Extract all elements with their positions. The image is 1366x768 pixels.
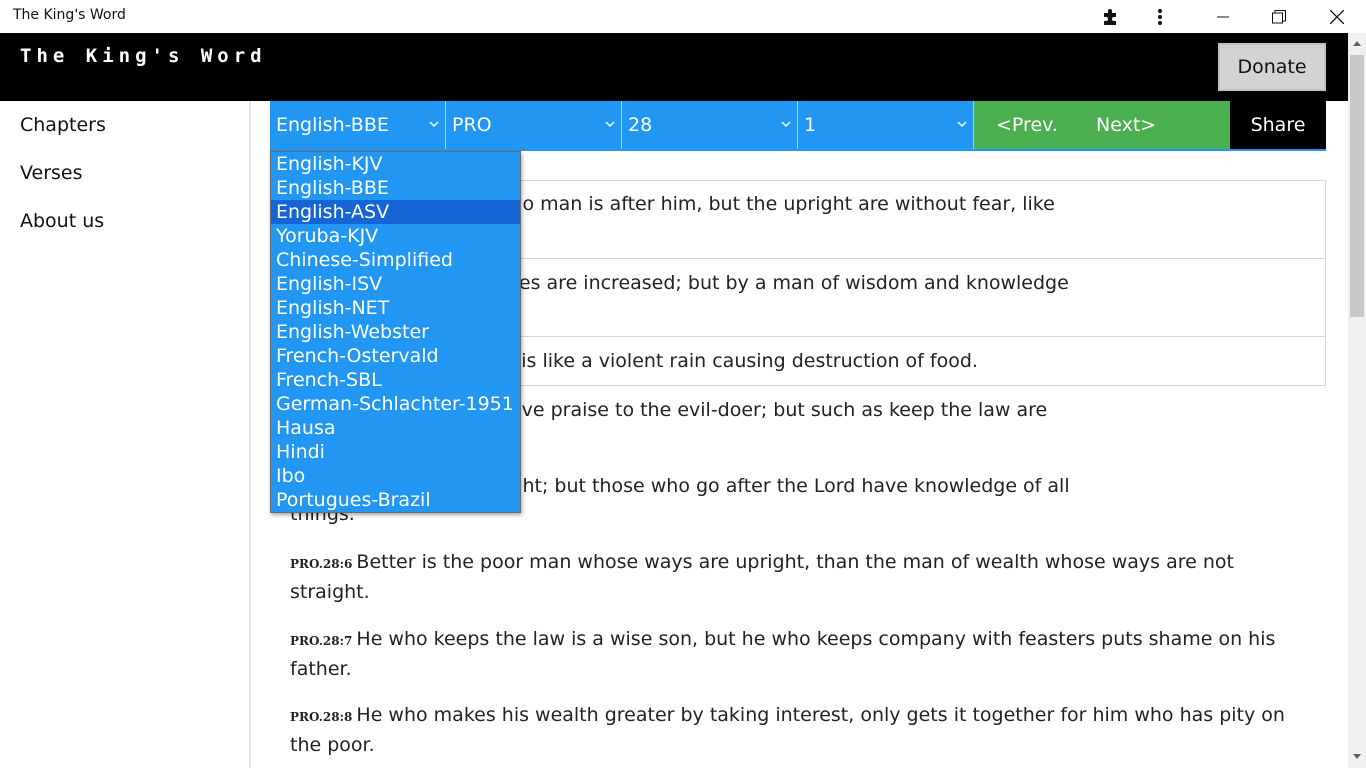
verse-select-value: 1	[804, 114, 817, 136]
dropdown-option[interactable]: French-Ostervald	[271, 344, 520, 368]
app-header: The King's Word Donate	[0, 33, 1348, 101]
verse-text: PRO.28:8 He who makes his wealth greater …	[290, 701, 1310, 759]
verse-line: straight.	[290, 581, 370, 603]
window-titlebar: The King's Word	[0, 0, 1366, 33]
sidebar-item-verses[interactable]: Verses	[20, 162, 83, 184]
verse-line: the poor.	[290, 734, 375, 756]
navigation-toolbar: English-BBE PRO 28 1 <Prev. Next> Share	[270, 101, 1326, 151]
verse-text: PRO.28:7 He who keeps the law is a wise s…	[290, 625, 1310, 683]
extensions-icon[interactable]	[1094, 0, 1126, 33]
version-select-value: English-BBE	[276, 114, 389, 136]
maximize-icon[interactable]	[1256, 0, 1302, 33]
share-button[interactable]: Share	[1230, 101, 1326, 149]
dropdown-option[interactable]: English-KJV	[271, 152, 520, 176]
verse-line: father.	[290, 658, 352, 680]
chevron-down-icon	[957, 121, 967, 128]
dropdown-option[interactable]: English-Webster	[271, 320, 520, 344]
version-select[interactable]: English-BBE	[270, 101, 446, 149]
sidebar-item-about-us[interactable]: About us	[20, 210, 104, 232]
scroll-down-icon[interactable]	[1352, 753, 1362, 761]
sidebar: Chapters Verses About us	[0, 101, 251, 768]
book-select-value: PRO	[452, 114, 492, 136]
scrollbar-thumb[interactable]	[1350, 55, 1364, 317]
chevron-down-icon	[781, 121, 791, 128]
vertical-scrollbar[interactable]	[1348, 33, 1366, 768]
close-icon[interactable]	[1312, 0, 1362, 33]
dropdown-option-highlighted[interactable]: English-ASV	[271, 200, 520, 224]
dropdown-option[interactable]: English-NET	[271, 296, 520, 320]
dropdown-option[interactable]: Hindi	[271, 440, 520, 464]
dropdown-option[interactable]: German-Schlachter-1951	[271, 392, 520, 416]
scroll-up-icon[interactable]	[1352, 39, 1362, 47]
verse-select[interactable]: 1	[798, 101, 974, 149]
app-title: The King's Word	[20, 45, 267, 67]
dropdown-option[interactable]: French-SBL	[271, 368, 520, 392]
dropdown-option[interactable]: Chinese-Simplified	[271, 248, 520, 272]
dropdown-option[interactable]: Portugues-Brazil	[271, 488, 520, 512]
minimize-icon[interactable]	[1200, 0, 1246, 33]
dropdown-option[interactable]: Yoruba-KJV	[271, 224, 520, 248]
next-button[interactable]: Next>	[1096, 114, 1156, 136]
dropdown-option[interactable]: English-BBE	[271, 176, 520, 200]
chapter-select[interactable]: 28	[622, 101, 798, 149]
dropdown-option[interactable]: Ibo	[271, 464, 520, 488]
dropdown-option[interactable]: Hausa	[271, 416, 520, 440]
verse-line: He who makes his wealth greater by takin…	[356, 704, 1285, 726]
version-dropdown-list: English-KJV English-BBE English-ASV Yoru…	[270, 151, 521, 513]
verse-line: He who keeps the law is a wise son, but …	[356, 628, 1276, 650]
prev-next-group: <Prev. Next>	[974, 101, 1230, 149]
chevron-down-icon	[605, 121, 615, 128]
verse-line: Better is the poor man whose ways are up…	[356, 551, 1234, 573]
donate-button[interactable]: Donate	[1218, 43, 1326, 91]
chapter-select-value: 28	[628, 114, 653, 136]
dropdown-option[interactable]: English-ISV	[271, 272, 520, 296]
verse-reference: PRO.28:7	[290, 634, 353, 648]
window-title: The King's Word	[13, 7, 126, 23]
sidebar-item-chapters[interactable]: Chapters	[20, 114, 106, 136]
chevron-down-icon	[429, 121, 439, 128]
verse-reference: PRO.28:8	[290, 710, 353, 724]
verse-reference: PRO.28:6	[290, 557, 353, 571]
more-icon[interactable]	[1144, 0, 1176, 33]
verse-text: PRO.28:6 Better is the poor man whose way…	[290, 548, 1310, 606]
book-select[interactable]: PRO	[446, 101, 622, 149]
prev-button[interactable]: <Prev.	[996, 114, 1058, 136]
